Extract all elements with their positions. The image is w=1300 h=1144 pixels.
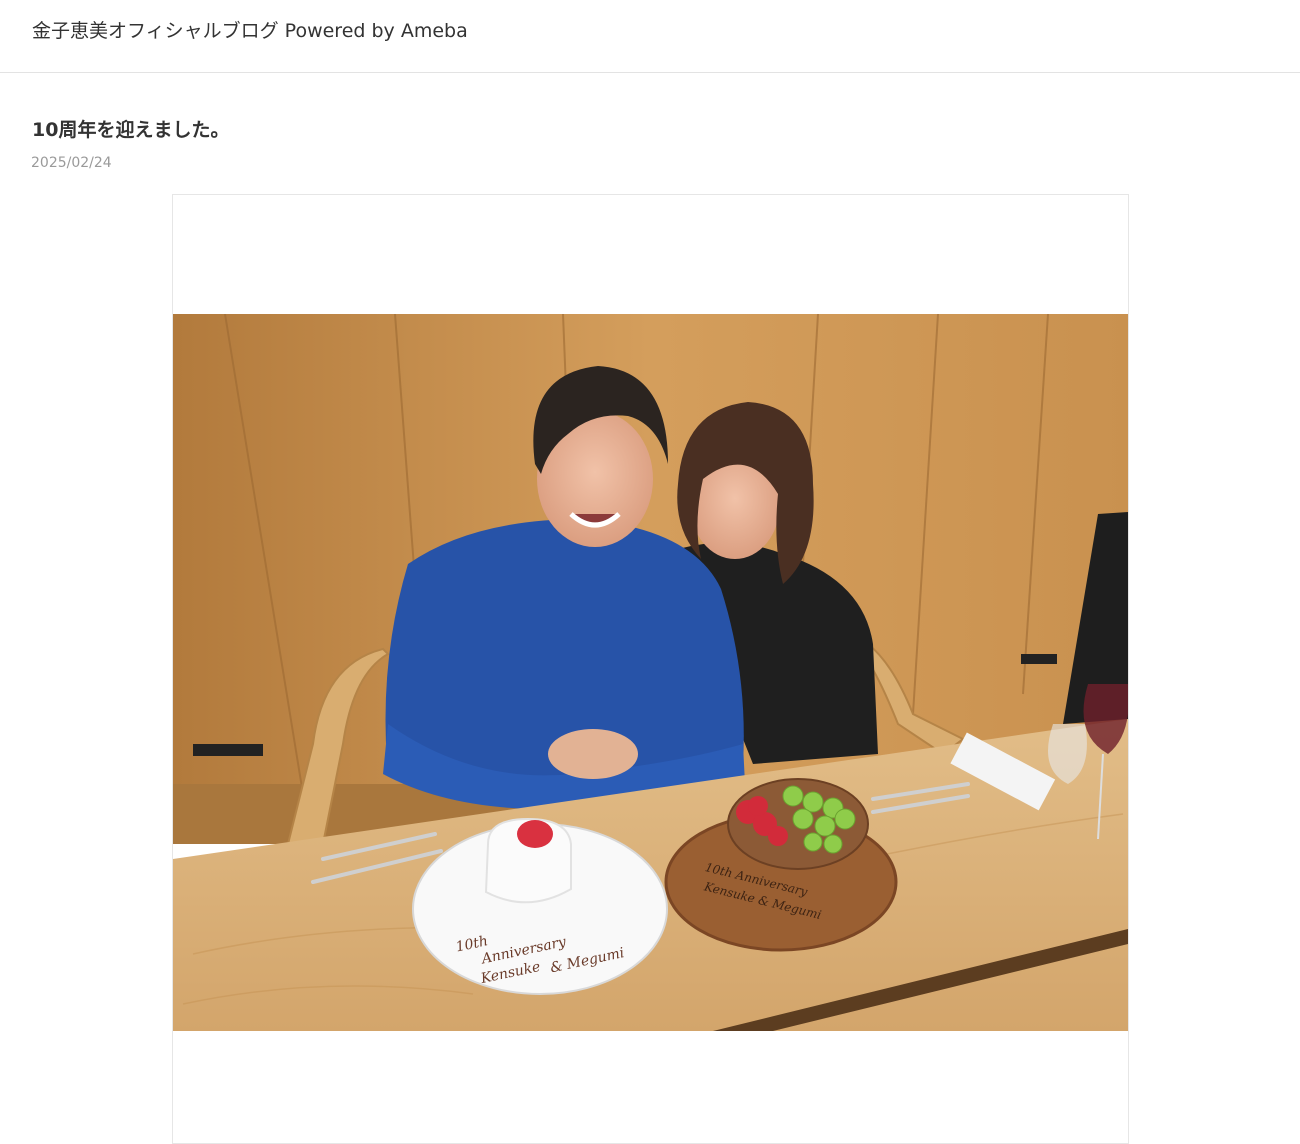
wall-outlet: [193, 744, 263, 756]
blog-title-link[interactable]: 金子恵美オフィシャルブログ Powered by Ameba: [32, 16, 468, 43]
entry-photo[interactable]: 10th Anniversary Kensuke & Megumi 10th A…: [173, 314, 1128, 1031]
wall-switch: [1021, 654, 1057, 664]
entry-date: 2025/02/24: [31, 155, 112, 171]
site-header: 金子恵美オフィシャルブログ Powered by Ameba: [0, 0, 1300, 73]
entry-photo-frame: 10th Anniversary Kensuke & Megumi 10th A…: [172, 194, 1129, 1144]
strawberry-on-cake: [517, 820, 553, 848]
man-hands: [548, 729, 638, 779]
entry-title[interactable]: 10周年を迎えました。: [32, 115, 229, 142]
